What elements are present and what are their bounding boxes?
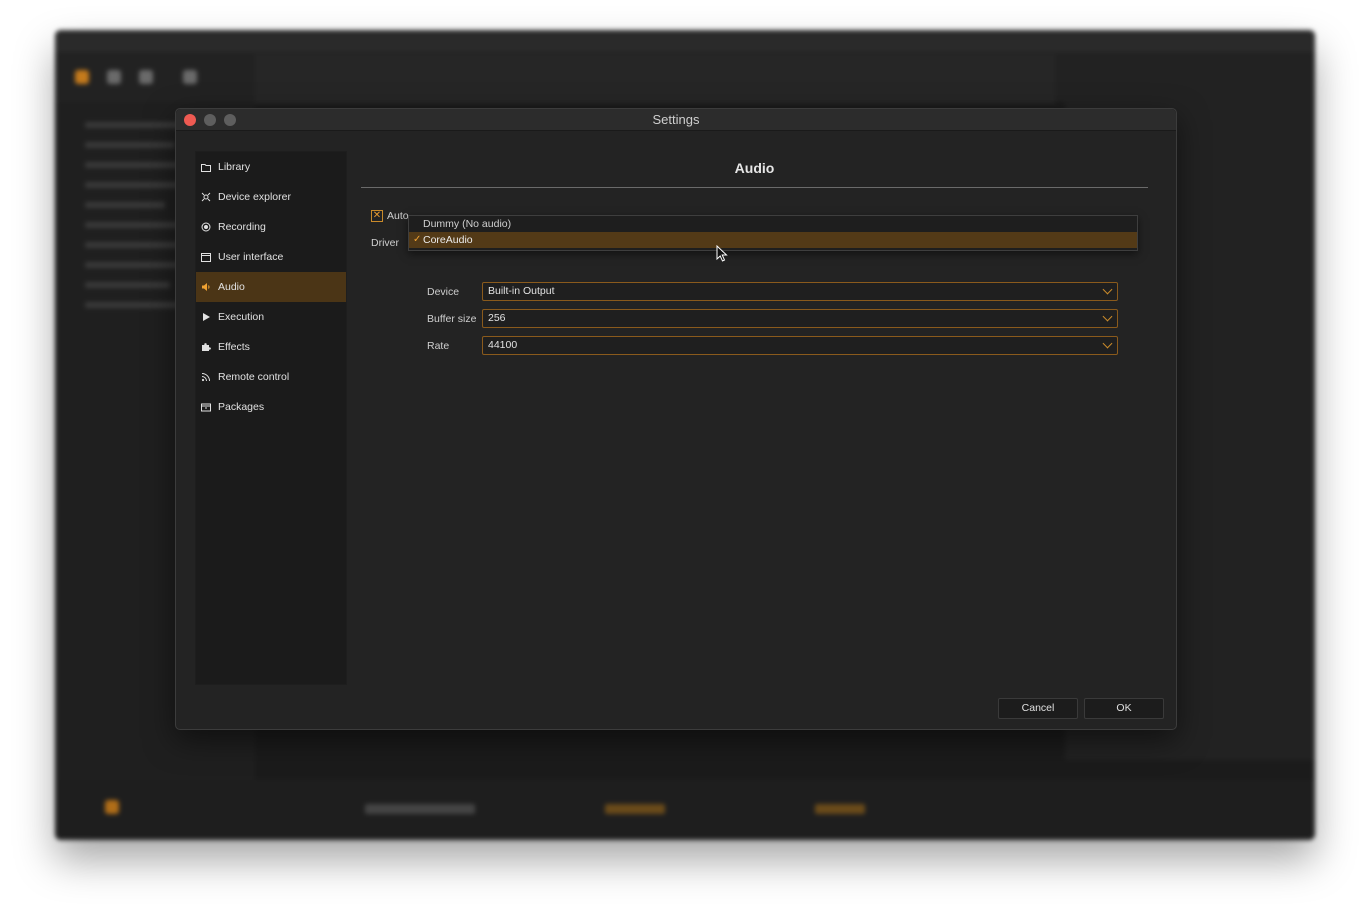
sidebar-item-device-explorer[interactable]: Device explorer (196, 182, 346, 212)
sidebar-item-user-interface[interactable]: User interface (196, 242, 346, 272)
sidebar-item-effects[interactable]: Effects (196, 332, 346, 362)
driver-option-dummy[interactable]: Dummy (No audio) (409, 216, 1137, 232)
dialog-titlebar: Settings (176, 109, 1176, 131)
sidebar-item-label: Remote control (218, 371, 290, 383)
background-logo-icon (75, 70, 89, 84)
settings-sidebar: Library Device explorer Recording User i… (195, 151, 347, 685)
background-toolbar-icon (183, 70, 197, 84)
ok-button[interactable]: OK (1084, 698, 1164, 719)
rate-select[interactable]: 44100 (482, 336, 1118, 355)
sidebar-item-audio[interactable]: Audio (196, 272, 346, 302)
device-select-value: Built-in Output (488, 285, 555, 297)
dialog-title: Settings (652, 112, 700, 127)
play-icon (201, 312, 211, 322)
sidebar-item-label: Audio (218, 281, 245, 293)
rate-label: Rate (427, 340, 450, 352)
mouse-cursor-icon (716, 244, 728, 266)
page-title: Audio (734, 160, 775, 176)
buffer-size-select-value: 256 (488, 312, 506, 324)
background-timeline (255, 54, 1055, 104)
device-explorer-icon (201, 192, 211, 202)
buffer-size-select[interactable]: 256 (482, 309, 1118, 328)
auto-stop-checkbox[interactable]: ✕ (371, 210, 383, 222)
cancel-button[interactable]: Cancel (998, 698, 1078, 719)
speaker-icon (201, 282, 211, 292)
driver-dropdown-list: Dummy (No audio) ✓ CoreAudio (408, 215, 1138, 251)
checkmark-icon: ✓ (413, 234, 422, 245)
puzzle-icon (201, 342, 211, 352)
audio-settings-panel: Audio ✕ Auto Driver Dummy (No audio) ✓ C… (361, 151, 1148, 689)
background-transport-icon (105, 800, 119, 814)
sidebar-item-label: User interface (218, 251, 284, 263)
sidebar-item-packages[interactable]: Packages (196, 392, 346, 422)
sidebar-item-label: Library (218, 161, 251, 173)
window-icon (201, 252, 211, 262)
auto-stop-label: Auto (387, 210, 409, 222)
background-titlebar (55, 30, 1315, 52)
package-icon (201, 402, 211, 412)
buffer-size-label: Buffer size (427, 313, 477, 325)
background-transport-bar (55, 780, 1315, 840)
title-divider (361, 187, 1148, 188)
rate-select-value: 44100 (488, 339, 518, 351)
sidebar-item-label: Execution (218, 311, 265, 323)
sidebar-item-recording[interactable]: Recording (196, 212, 346, 242)
sidebar-item-label: Recording (218, 221, 266, 233)
chevron-down-icon (1102, 338, 1113, 349)
chevron-down-icon (1102, 311, 1113, 322)
settings-dialog: Settings Library Device explorer Recordi… (175, 108, 1177, 730)
folder-icon (201, 162, 211, 172)
background-toolbar-icon (107, 70, 121, 84)
sidebar-item-library[interactable]: Library (196, 152, 346, 182)
background-toolbar-icon (139, 70, 153, 84)
device-label: Device (427, 286, 460, 298)
sidebar-item-label: Device explorer (218, 191, 291, 203)
device-select[interactable]: Built-in Output (482, 282, 1118, 301)
sidebar-item-label: Packages (218, 401, 265, 413)
sidebar-item-execution[interactable]: Execution (196, 302, 346, 332)
driver-label: Driver (371, 237, 399, 249)
sidebar-item-label: Effects (218, 341, 250, 353)
chevron-down-icon (1102, 284, 1113, 295)
rss-icon (201, 372, 211, 382)
sidebar-item-remote-control[interactable]: Remote control (196, 362, 346, 392)
driver-option-coreaudio[interactable]: ✓ CoreAudio (409, 232, 1137, 248)
record-icon (201, 222, 211, 232)
